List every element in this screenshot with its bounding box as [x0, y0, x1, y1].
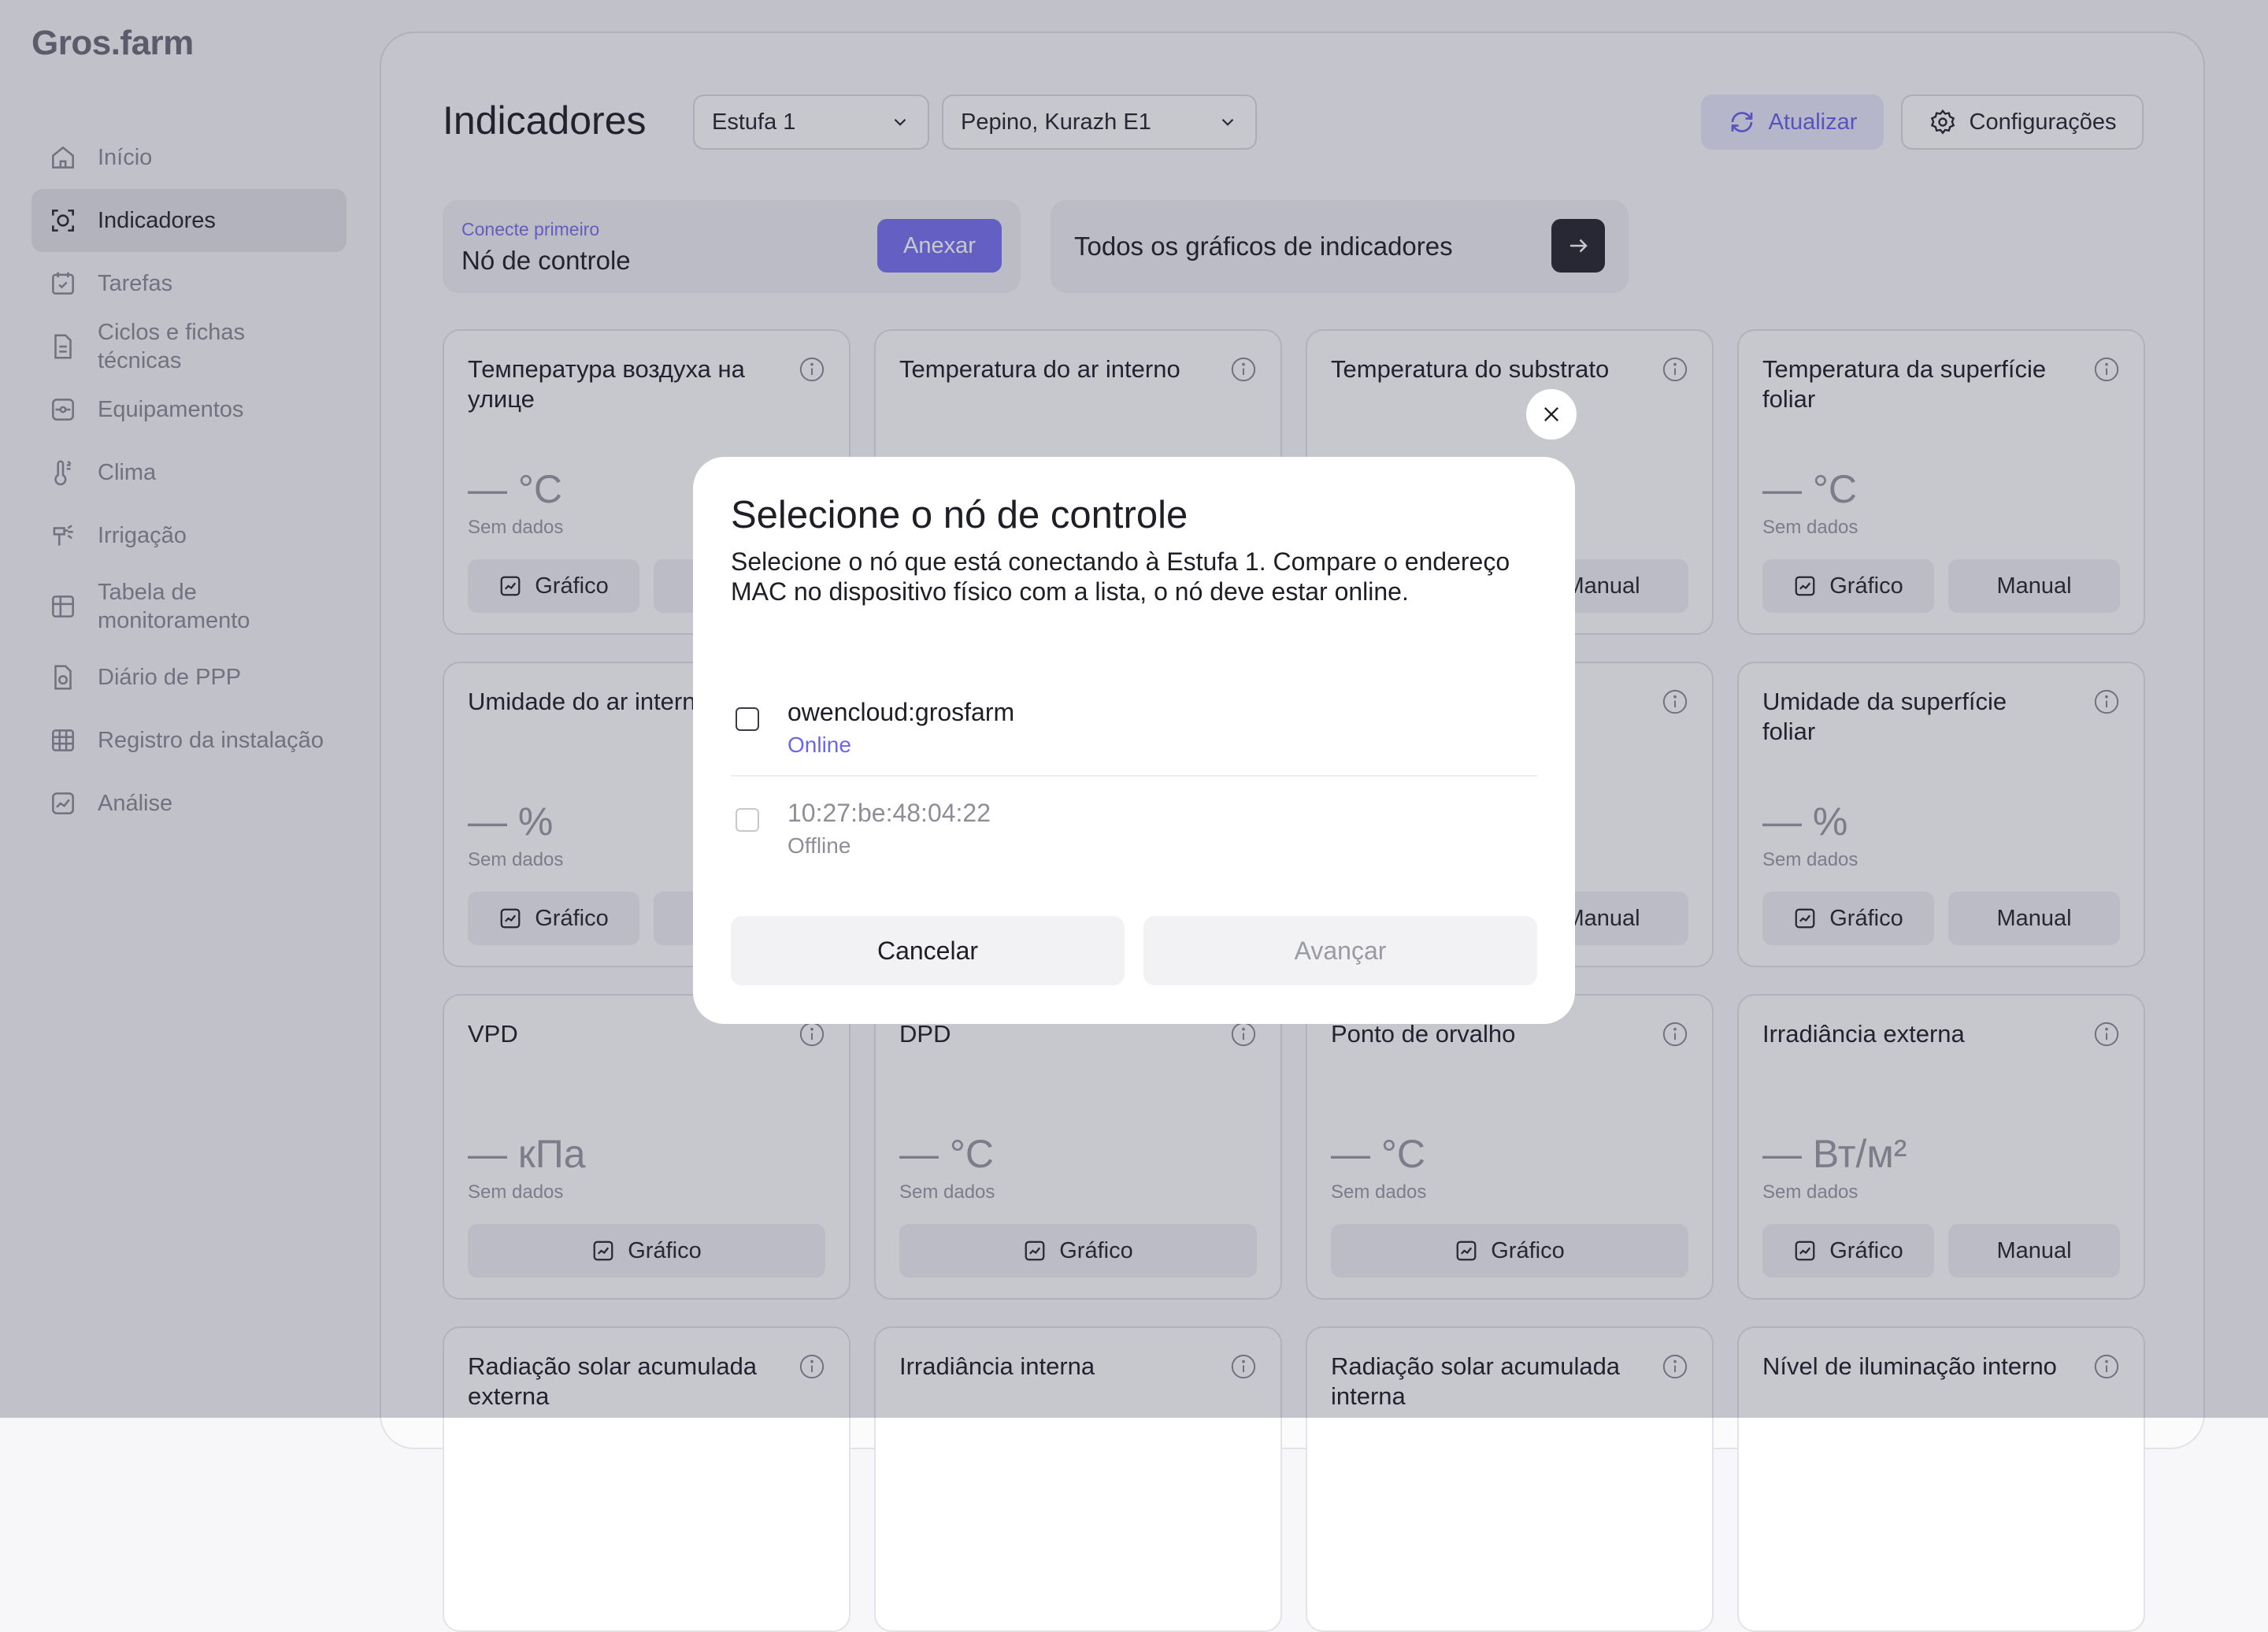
divider: [731, 775, 1537, 777]
node-option[interactable]: owencloud:grosfarm Online: [731, 682, 1537, 780]
node-checkbox: [736, 808, 759, 832]
next-button: Avançar: [1143, 916, 1537, 985]
modal-close-button[interactable]: [1526, 389, 1577, 440]
node-checkbox[interactable]: [736, 707, 759, 731]
node-option: 10:27:be:48:04:22 Offline: [731, 783, 1537, 881]
node-name: owencloud:grosfarm: [788, 698, 1015, 726]
modal-title: Selecione o nó de controle: [731, 494, 1188, 536]
modal-description: Selecione o nó que está conectando à Est…: [731, 547, 1510, 606]
node-status: Online: [788, 733, 851, 757]
close-icon: [1544, 407, 1558, 421]
node-status: Offline: [788, 833, 851, 858]
node-name: 10:27:be:48:04:22: [788, 799, 991, 827]
cancel-button[interactable]: Cancelar: [731, 916, 1125, 985]
select-node-modal: Selecione o nó de controle Selecione o n…: [693, 457, 1575, 1024]
